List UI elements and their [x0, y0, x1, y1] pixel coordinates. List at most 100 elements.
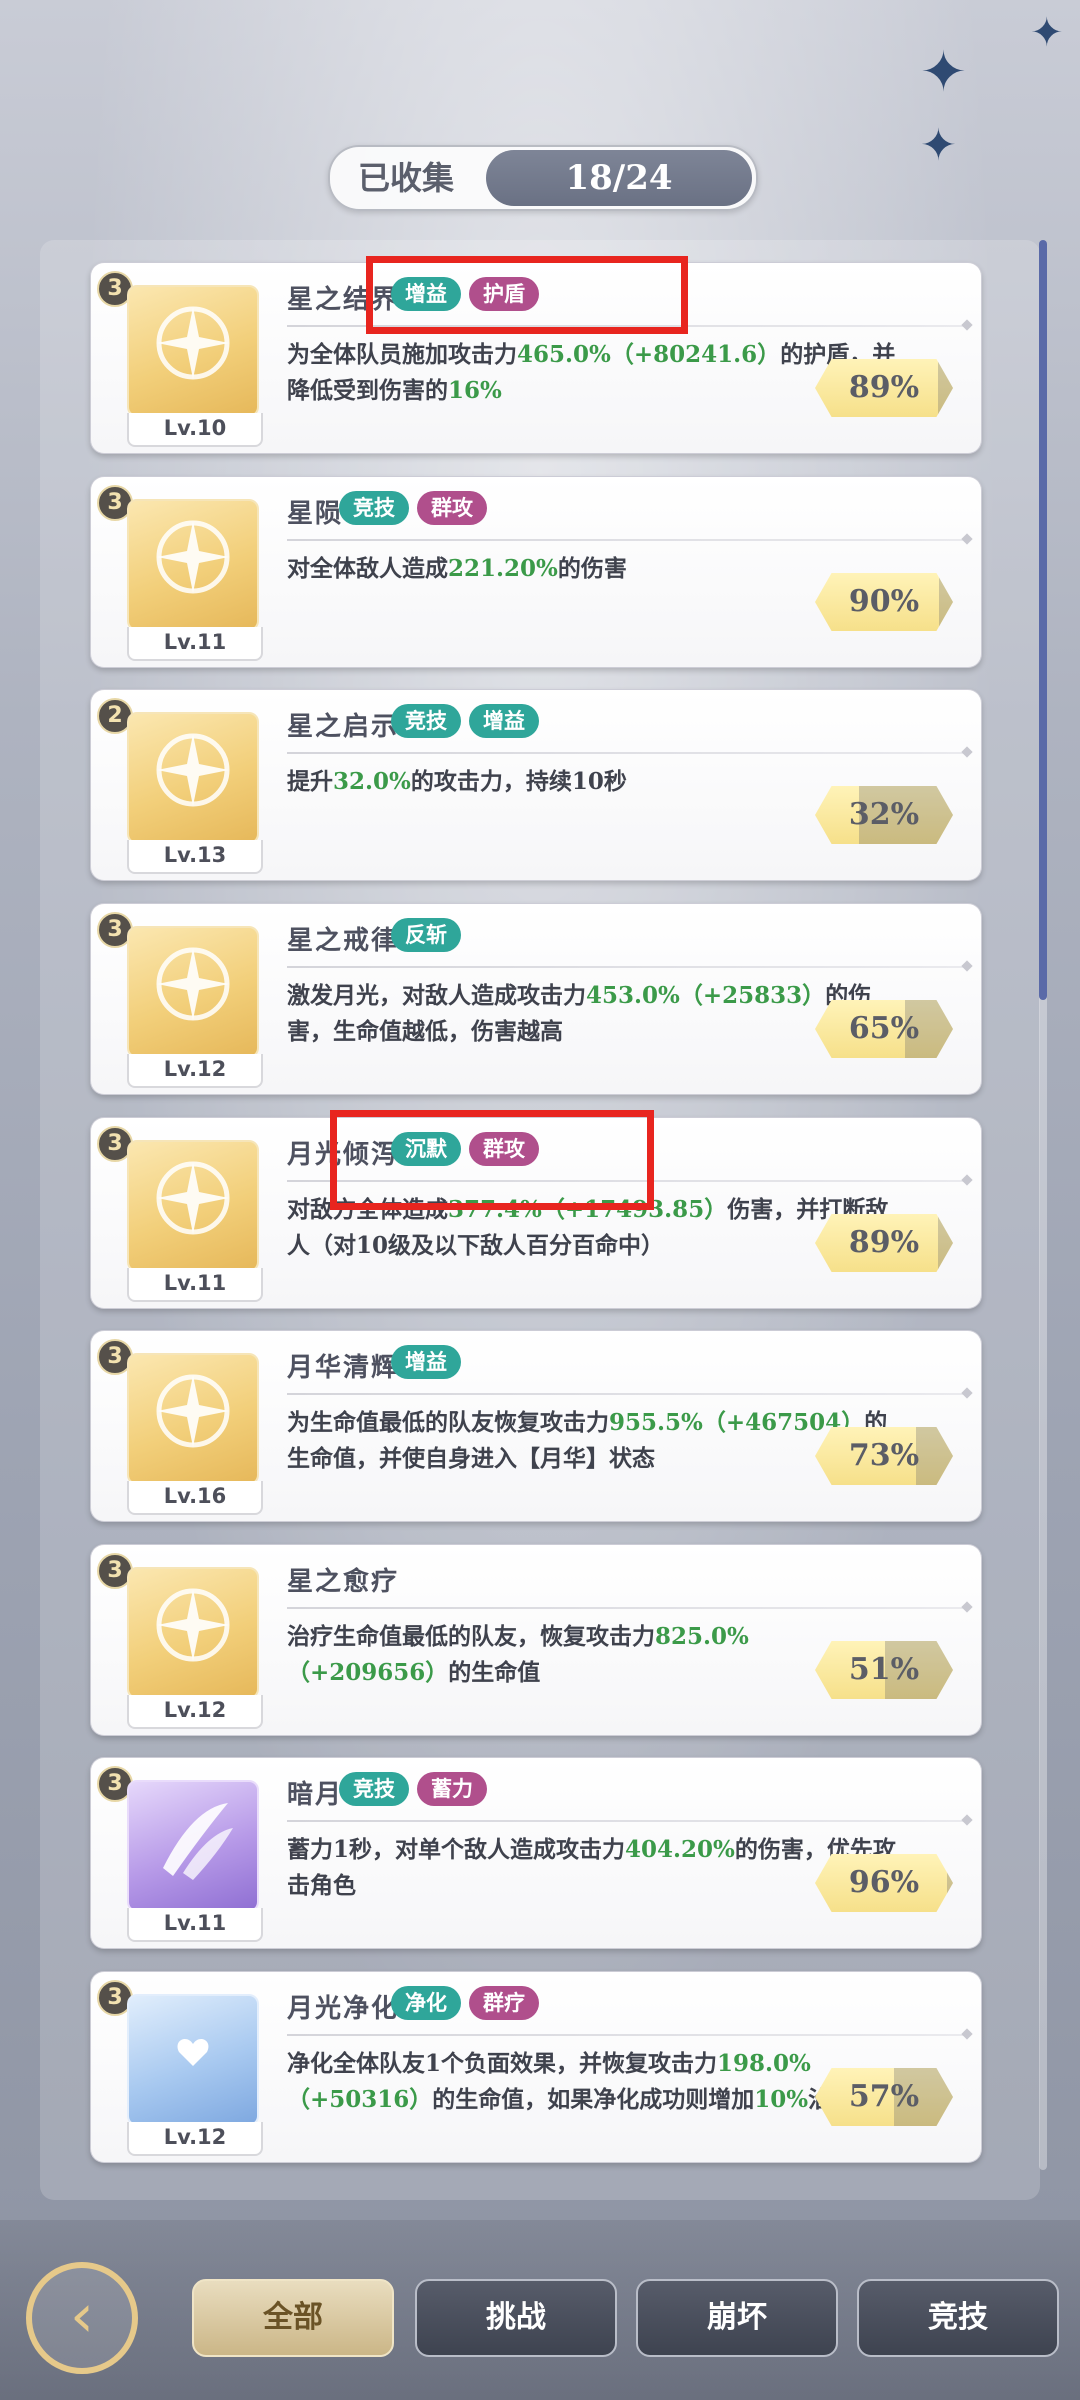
skill-tag: 蓄力	[417, 1772, 487, 1806]
completion-badge: 57%	[815, 2068, 953, 2126]
skill-tags: 竞技 群攻	[339, 491, 495, 525]
divider	[287, 2034, 967, 2036]
tab-collapse[interactable]: 崩坏	[636, 2279, 838, 2357]
skill-name: 暗月	[287, 1780, 344, 1810]
highlight-value: （+209656）	[287, 1659, 449, 1686]
skill-tag: 群疗	[469, 1986, 539, 2020]
completion-percent: 32%	[848, 797, 920, 832]
description-text: 对全体敌人造成	[287, 555, 448, 582]
skill-name: 月华清辉	[287, 1353, 400, 1383]
star-ship-icon[interactable]	[127, 712, 259, 844]
skill-tag: 增益	[391, 1345, 461, 1379]
skill-tags: 增益	[391, 1345, 469, 1379]
description-text: 的伤害	[557, 555, 627, 582]
skill-level: Lv.12	[127, 2122, 263, 2156]
completion-badge: 89%	[815, 1214, 953, 1272]
completion-badge: 73%	[815, 1427, 953, 1485]
skill-tag: 竞技	[339, 1772, 409, 1806]
skill-description: 为生命值最低的队友恢复攻击力955.5%（+467504）的生命值，并使自身进入…	[287, 1405, 907, 1477]
skill-tags: 竞技 蓄力	[339, 1772, 495, 1806]
divider	[287, 1820, 967, 1822]
tab-arena[interactable]: 竞技	[857, 2279, 1059, 2357]
highlight-value: （+80241.6	[610, 341, 758, 368]
completion-percent: 57%	[848, 2079, 920, 2114]
completion-percent: 96%	[848, 1865, 920, 1900]
skill-card[interactable]: 2 Lv.13 星之启示 竞技 增益 提升32.0%的攻击力，持续10秒 32%	[90, 689, 982, 881]
completion-remaining-fill	[915, 1427, 953, 1485]
moon-pendant-icon[interactable]	[127, 1140, 259, 1272]
skill-level: Lv.10	[127, 413, 263, 447]
highlight-value: 198.0%	[717, 2050, 811, 2077]
highlight-value: 465.0%	[517, 341, 611, 368]
skill-card[interactable]: 3 Lv.11 暗月 竞技 蓄力 蓄力1秒，对单个敌人造成攻击力404.20%的伤害，优先…	[90, 1757, 982, 1949]
skill-card[interactable]: 3 Lv.12 星之戒律 反斩 激发月光，对敌人造成攻击力453.0%（+25833）的…	[90, 903, 982, 1095]
completion-percent: 65%	[848, 1011, 920, 1046]
annotation-box	[330, 1110, 654, 1210]
completion-percent: 90%	[848, 584, 920, 619]
healing-figure-icon[interactable]	[127, 1567, 259, 1699]
completion-remaining-fill	[947, 1854, 953, 1912]
divider	[287, 539, 967, 541]
completion-badge: 96%	[815, 1854, 953, 1912]
skill-name: 星之愈疗	[287, 1567, 400, 1597]
back-button[interactable]: ‹	[26, 2262, 138, 2374]
crescent-moon-icon[interactable]	[127, 926, 259, 1058]
skill-description: 净化全体队友1个负面效果，并恢复攻击力198.0% （+50316）的生命值，如果…	[287, 2046, 907, 2118]
skill-tags: 净化 群疗	[391, 1986, 547, 2020]
description-text: 蓄力1秒，对单个敌人造成攻击力	[287, 1836, 626, 1863]
skill-tag: 净化	[391, 1986, 461, 2020]
highlight-value: 221.20%	[448, 555, 558, 582]
skill-card[interactable]: 3 Lv.12 月光净化 净化 群疗 净化全体队友1个负面效果，并恢复攻击力198.0%（…	[90, 1971, 982, 2163]
skill-tag: 群攻	[417, 491, 487, 525]
star-shield-icon[interactable]	[127, 285, 259, 417]
completion-percent: 89%	[848, 370, 920, 405]
skill-level: Lv.11	[127, 1908, 263, 1942]
highlight-value: （+4	[702, 1409, 762, 1436]
highlight-value: 32.0%	[333, 768, 411, 795]
highlight-value: 833）	[754, 982, 826, 1009]
skill-card[interactable]: 3 Lv.12 星之愈疗 治疗生命值最低的队友，恢复攻击力825.0%（+209656…	[90, 1544, 982, 1736]
highlight-value: 453.0%	[586, 982, 680, 1009]
highlight-value: 955.5%	[609, 1409, 703, 1436]
skill-tags: 反斩	[391, 918, 469, 952]
skill-tag: 增益	[469, 704, 539, 738]
completion-badge: 32%	[815, 786, 953, 844]
completion-percent: 51%	[848, 1652, 920, 1687]
collected-counter: 已收集 18/24	[328, 145, 758, 211]
completion-remaining-fill	[939, 573, 953, 631]
tab-challenge[interactable]: 挑战	[415, 2279, 617, 2357]
skill-tag: 竞技	[391, 704, 461, 738]
completion-badge: 89%	[815, 359, 953, 417]
description-text: 为生命值最低的队友恢复攻击力	[287, 1409, 609, 1436]
completion-remaining-fill	[937, 359, 953, 417]
heart-moon-icon[interactable]	[127, 1994, 259, 2126]
skill-description: 治疗生命值最低的队友，恢复攻击力825.0% （+209656）的生命值	[287, 1619, 907, 1691]
skill-tag: 竞技	[339, 491, 409, 525]
divider	[287, 966, 967, 968]
skill-name: 星之启示	[287, 712, 400, 742]
skill-card[interactable]: 3 Lv.16 月华清辉 增益 为生命值最低的队友恢复攻击力955.5%（+467504…	[90, 1330, 982, 1522]
meteor-icon[interactable]	[127, 499, 259, 631]
skill-level: Lv.11	[127, 1268, 263, 1302]
collected-count: 18/24	[486, 150, 752, 206]
skill-description: 蓄力1秒，对单个敌人造成攻击力404.20%的伤害，优先攻击角色	[287, 1832, 907, 1904]
description-text: 为全体队员施加攻击力	[287, 341, 517, 368]
highlight-value: （+25	[679, 982, 755, 1009]
tab-all[interactable]: 全部	[192, 2279, 394, 2357]
description-text: 的攻击力，持续10秒	[410, 768, 627, 795]
praying-figure-icon[interactable]	[127, 1353, 259, 1485]
sparkle-decoration: ✦	[920, 40, 967, 105]
completion-percent: 73%	[848, 1438, 920, 1473]
skill-name: 星之戒律	[287, 926, 400, 956]
skill-card[interactable]: 3 Lv.11 星陨 竞技 群攻 对全体敌人造成221.20%的伤害 90%	[90, 476, 982, 668]
scrollbar-thumb[interactable]	[1039, 240, 1047, 1000]
skill-name: 星陨	[287, 499, 344, 529]
completion-badge: 51%	[815, 1641, 953, 1699]
skill-description: 提升32.0%的攻击力，持续10秒	[287, 764, 907, 800]
completion-percent: 89%	[848, 1225, 920, 1260]
dark-moon-slash-icon[interactable]	[127, 1780, 259, 1912]
description-text: 的生命值	[448, 1659, 541, 1686]
skill-description: 为全体队员施加攻击力465.0%（+80241.6）的护盾，并降低受到伤害的16…	[287, 337, 907, 409]
chevron-left-icon: ‹	[70, 2281, 94, 2351]
highlight-value: 16%	[448, 377, 502, 404]
